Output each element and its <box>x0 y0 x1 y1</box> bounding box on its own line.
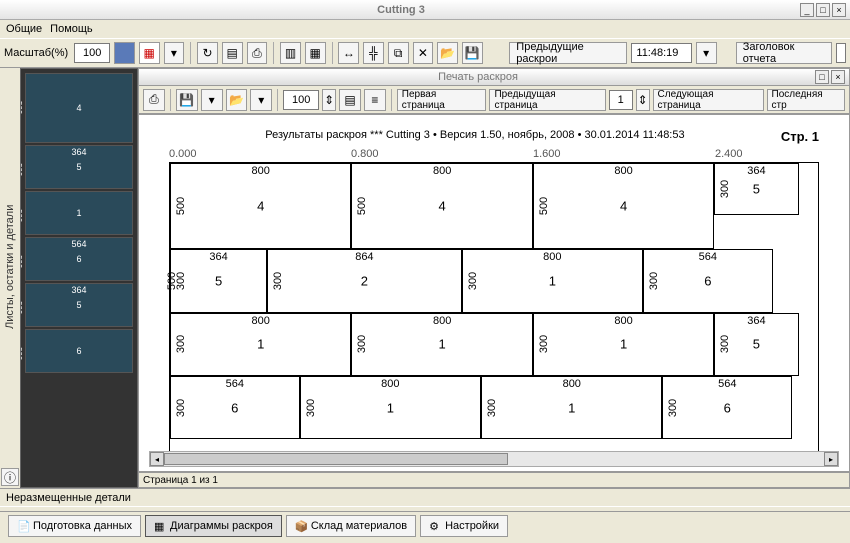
tab-diagrams[interactable]: ▦ Диаграммы раскроя <box>145 515 282 537</box>
tab-materials[interactable]: 📦 Склад материалов <box>286 515 416 537</box>
layout-1-icon[interactable]: ▤ <box>339 89 361 111</box>
save-icon[interactable]: 💾 <box>462 42 483 64</box>
save-icon-2[interactable]: 💾 <box>176 89 198 111</box>
view-grid-icon[interactable] <box>139 42 160 64</box>
thumbnail-panel: 4 500 364 5 300 1 300 564 6 300 364 5 30… <box>20 68 138 488</box>
print-icon[interactable]: ⎙ <box>247 42 268 64</box>
thumb-5[interactable]: 364 5 300 <box>25 283 133 327</box>
prev-cuts-button[interactable]: Предыдущие раскрои <box>509 42 627 64</box>
thumb-3[interactable]: 1 300 <box>25 191 133 235</box>
report-header-label: Заголовок отчета <box>736 42 832 64</box>
scroll-thumb[interactable] <box>164 453 508 465</box>
print-toolbar: ⎙ 💾 ▾ 📂 ▾ ⇕ ▤ ≡ Первая страница Предыдущ… <box>138 86 850 114</box>
time-dropdown-icon[interactable]: ▾ <box>696 42 717 64</box>
menu-help[interactable]: Помощь <box>50 23 93 35</box>
delete-icon[interactable]: ✕ <box>413 42 434 64</box>
zoom-dropdown-icon[interactable]: ▾ <box>164 42 185 64</box>
menu-general[interactable]: Общие <box>6 23 42 35</box>
unplaced-parts-label: Неразмещенные детали <box>6 492 131 504</box>
last-page-button[interactable]: Последняя стр <box>767 89 845 111</box>
thumb-6[interactable]: 6 300 <box>25 329 133 373</box>
main-toolbar: Масштаб(%) ▾ ↻ ▤ ⎙ ▥ ▦ ↔ ╬ ⧉ ✕ 📂 💾 Преды… <box>0 38 850 68</box>
sheets-panel-label: Листы, остатки и детали <box>0 68 20 466</box>
layout-2-icon[interactable]: ≡ <box>364 89 386 111</box>
scale-input[interactable] <box>74 43 110 63</box>
app-title: Cutting 3 <box>4 4 798 16</box>
doc-icon: 📄 <box>17 520 29 532</box>
copy-icon[interactable]: ⧉ <box>388 42 409 64</box>
preview-hscroll[interactable]: ◂ ▸ <box>149 451 839 467</box>
thumb-2[interactable]: 364 5 300 <box>25 145 133 189</box>
diagram-icon: ▦ <box>154 520 166 532</box>
print-zoom-input[interactable] <box>283 90 319 110</box>
open-icon-2[interactable]: 📂 <box>226 89 248 111</box>
print-close-button[interactable]: × <box>831 70 845 84</box>
page-spinner-icon[interactable]: ⇕ <box>636 89 650 111</box>
report-header-input[interactable] <box>836 43 846 63</box>
print-maximize-button[interactable]: □ <box>815 70 829 84</box>
maximize-button[interactable]: □ <box>816 3 830 17</box>
print-window-title: Печать раскроя <box>143 71 813 83</box>
open-icon[interactable]: 📂 <box>437 42 458 64</box>
prev-page-button[interactable]: Предыдущая страница <box>489 89 605 111</box>
page-number: Стр. 1 <box>781 129 819 144</box>
sheet-icon[interactable]: ▥ <box>280 42 301 64</box>
info-icon[interactable]: ⓘ <box>1 468 19 486</box>
thumb-1[interactable]: 4 500 <box>25 73 133 143</box>
refresh-icon[interactable]: ↻ <box>197 42 218 64</box>
scale-label: Масштаб(%) <box>4 47 68 59</box>
grid-icon[interactable]: ▦ <box>305 42 326 64</box>
warehouse-icon: 📦 <box>295 520 307 532</box>
scroll-left-icon[interactable]: ◂ <box>150 452 164 466</box>
save-dropdown-icon[interactable]: ▾ <box>201 89 223 111</box>
print-icon-2[interactable]: ⎙ <box>143 89 165 111</box>
bottom-tabs: 📄 Подготовка данных ▦ Диаграммы раскроя … <box>0 511 850 539</box>
time-field: 11:48:19 <box>631 43 691 63</box>
zoom-spinner-icon[interactable]: ⇕ <box>322 89 336 111</box>
first-page-button[interactable]: Первая страница <box>397 89 487 111</box>
close-button[interactable]: × <box>832 3 846 17</box>
tab-data-prep[interactable]: 📄 Подготовка данных <box>8 515 141 537</box>
current-page-input[interactable] <box>609 90 633 110</box>
minimize-button[interactable]: _ <box>800 3 814 17</box>
ruler-x: 0.000 0.800 1.600 2.400 <box>169 148 819 162</box>
scroll-right-icon[interactable]: ▸ <box>824 452 838 466</box>
next-page-button[interactable]: Следующая страница <box>653 89 764 111</box>
page-icon[interactable]: ▤ <box>222 42 243 64</box>
cutting-diagram: 8005004 8005004 8005004 3643005 500 3643… <box>169 162 819 452</box>
align-icon[interactable]: ↔ <box>338 42 359 64</box>
print-preview: Результаты раскроя *** Cutting 3 • Верси… <box>138 114 850 472</box>
print-status: Страница 1 из 1 <box>138 472 850 488</box>
thumb-4[interactable]: 564 6 300 <box>25 237 133 281</box>
split-icon[interactable]: ╬ <box>363 42 384 64</box>
tab-settings[interactable]: ⚙ Настройки <box>420 515 508 537</box>
view-solid-icon[interactable] <box>114 42 135 64</box>
open-dropdown-icon[interactable]: ▾ <box>250 89 272 111</box>
report-header-text: Результаты раскроя *** Cutting 3 • Верси… <box>169 129 781 144</box>
gear-icon: ⚙ <box>429 520 441 532</box>
